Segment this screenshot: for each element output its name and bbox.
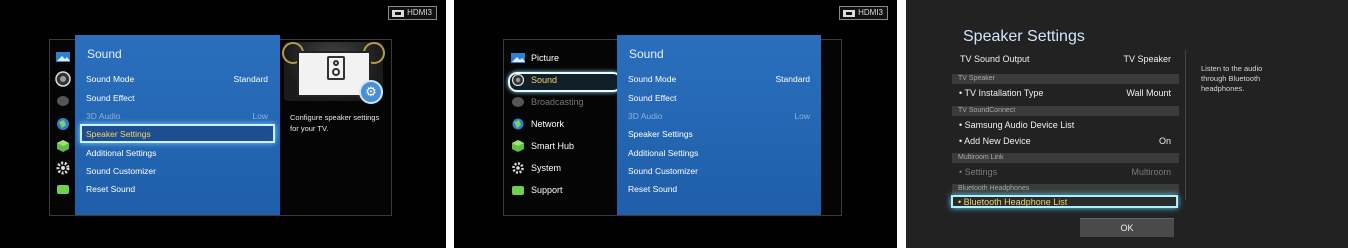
menu-item-sound-effect[interactable]: Sound Effect — [628, 93, 677, 103]
smart-hub-icon[interactable] — [56, 139, 70, 153]
sidebar-item-label: Network — [531, 119, 565, 129]
source-label: HDMI3 — [858, 8, 883, 17]
menu-title: Sound — [87, 47, 122, 61]
section-header-soundconnect: TV SoundConnect — [952, 106, 1179, 116]
samsung-audio-device-list-row[interactable]: • Samsung Audio Device List — [952, 120, 1179, 132]
source-badge: HDMI3 — [388, 6, 437, 20]
menu-item-3d-audio: 3D Audio — [86, 111, 121, 121]
sidebar-item-system[interactable]: System — [511, 160, 561, 176]
row-label: • TV Installation Type — [959, 88, 1044, 98]
menu-item-additional-settings[interactable]: Additional Settings — [628, 148, 698, 158]
sidebar-item-label: Support — [531, 185, 563, 195]
sidebar-item-network[interactable]: Network — [511, 116, 564, 132]
sidebar-item-smart-hub[interactable]: Smart Hub — [511, 138, 574, 154]
menu-item-sound-mode[interactable]: Sound Mode — [628, 74, 676, 84]
row-value: Multiroom — [1131, 167, 1171, 177]
sidebar-item-support[interactable]: Support — [511, 182, 563, 198]
network-icon — [512, 118, 524, 130]
row-label: • Settings — [959, 167, 998, 177]
help-text: Listen to the audio through Bluetooth he… — [1201, 64, 1263, 93]
sound-icon[interactable] — [54, 71, 72, 87]
network-icon[interactable] — [56, 117, 70, 131]
broadcasting-icon — [57, 96, 69, 106]
row-value: TV Speaker — [1123, 54, 1171, 64]
sidebar-item-broadcasting: Broadcasting — [511, 94, 584, 110]
system-icon[interactable] — [56, 161, 70, 175]
row-value: On — [1158, 136, 1171, 146]
speaker-settings-illustration: ⚙ — [282, 42, 385, 104]
3d-audio-value: Low — [252, 111, 268, 121]
menu-item-sound-customizer[interactable]: Sound Customizer — [86, 166, 156, 176]
hdmi-input-icon — [392, 9, 405, 17]
row-label: • Add New Device — [959, 136, 1031, 146]
menu-item-reset-sound[interactable]: Reset Sound — [628, 184, 677, 194]
menu-item-reset-sound[interactable]: Reset Sound — [86, 184, 135, 194]
smart-hub-icon — [512, 140, 524, 152]
item-description: Configure speaker settings for your TV. — [290, 113, 380, 133]
tv-sound-output-row[interactable]: TV Sound Output TV Speaker — [952, 54, 1179, 66]
sidebar-item-label: Sound — [531, 75, 558, 85]
bluetooth-headphone-list-row[interactable]: • Bluetooth Headphone List — [951, 195, 1178, 208]
system-icon — [512, 162, 524, 174]
row-label: TV Sound Output — [960, 54, 1030, 64]
sidebar-item-label: Picture — [531, 53, 560, 63]
hdmi-input-icon — [843, 9, 856, 17]
sound-icon — [511, 74, 525, 86]
add-new-device-row[interactable]: • Add New Device On — [952, 136, 1179, 148]
row-value: Wall Mount — [1126, 88, 1171, 98]
speaker-icon — [327, 56, 345, 80]
sidebar-item-label: System — [531, 163, 562, 173]
source-label: HDMI3 — [407, 8, 432, 17]
3d-audio-value: Low — [794, 111, 810, 121]
source-badge: HDMI3 — [839, 6, 888, 20]
menu-item-sound-customizer[interactable]: Sound Customizer — [628, 166, 698, 176]
tv-installation-type-row[interactable]: • TV Installation Type Wall Mount — [952, 88, 1179, 100]
divider — [1185, 50, 1186, 200]
menu-item-speaker-settings[interactable]: Speaker Settings — [86, 129, 151, 139]
sidebar-item-label: Broadcasting — [531, 97, 584, 107]
menu-item-additional-settings[interactable]: Additional Settings — [86, 148, 156, 158]
broadcasting-icon — [512, 97, 524, 107]
section-header-bluetooth: Bluetooth Headphones — [952, 184, 1179, 194]
menu-title: Sound — [629, 47, 664, 61]
section-header-tv-speaker: TV Speaker — [952, 74, 1179, 84]
sidebar-item-label: Smart Hub — [531, 141, 575, 151]
section-header-multiroom: Multiroom Link — [952, 153, 1179, 163]
gear-icon: ⚙ — [359, 80, 383, 104]
support-icon — [512, 186, 524, 195]
ok-button[interactable]: OK — [1080, 218, 1174, 237]
row-label: • Samsung Audio Device List — [959, 120, 1075, 130]
menu-item-speaker-settings[interactable]: Speaker Settings — [628, 129, 693, 139]
picture-icon[interactable] — [55, 50, 71, 64]
sound-mode-value: Standard — [775, 74, 811, 84]
sound-mode-value: Standard — [233, 74, 269, 84]
sidebar-item-sound[interactable]: Sound — [511, 72, 557, 88]
sidebar-item-picture[interactable]: Picture — [511, 50, 559, 66]
support-icon[interactable] — [56, 183, 70, 195]
page-title: Speaker Settings — [963, 28, 1085, 45]
menu-item-sound-mode[interactable]: Sound Mode — [86, 74, 134, 84]
picture-icon — [511, 53, 525, 63]
menu-item-sound-effect[interactable]: Sound Effect — [86, 93, 135, 103]
menu-item-3d-audio: 3D Audio — [628, 111, 663, 121]
multiroom-settings-row: • Settings Multiroom — [952, 167, 1179, 179]
